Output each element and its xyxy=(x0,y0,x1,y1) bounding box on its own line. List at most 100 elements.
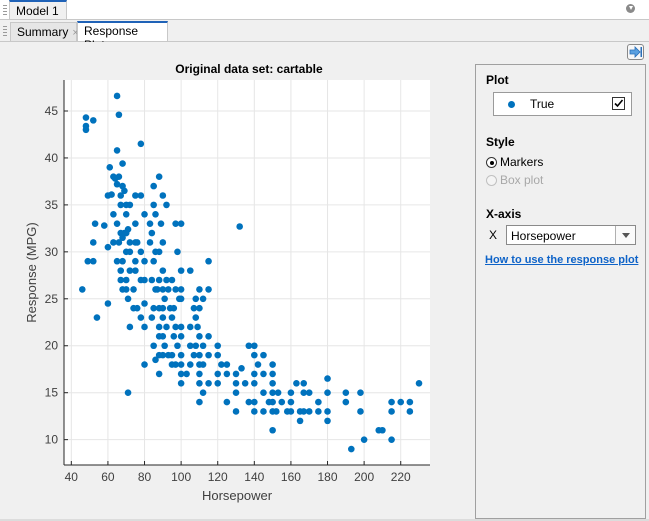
data-point[interactable] xyxy=(177,220,185,227)
data-point[interactable] xyxy=(214,370,222,378)
data-point[interactable] xyxy=(141,276,148,284)
data-point[interactable] xyxy=(141,361,148,368)
tab-model-1[interactable]: Model 1 xyxy=(9,0,67,19)
data-point[interactable] xyxy=(287,389,295,396)
data-point[interactable] xyxy=(415,380,423,387)
data-point[interactable] xyxy=(324,408,331,415)
data-point[interactable] xyxy=(357,389,364,396)
data-point[interactable] xyxy=(163,201,170,209)
data-point[interactable] xyxy=(174,248,181,256)
data-point[interactable] xyxy=(177,380,185,387)
data-point[interactable] xyxy=(117,267,125,274)
data-point[interactable] xyxy=(251,408,258,415)
data-point[interactable] xyxy=(165,286,172,293)
show-true-checkbox[interactable] xyxy=(612,97,625,110)
data-point[interactable] xyxy=(177,323,185,331)
data-point[interactable] xyxy=(305,408,313,415)
data-point[interactable] xyxy=(293,380,300,387)
data-point[interactable] xyxy=(214,351,222,359)
data-point[interactable] xyxy=(199,361,207,368)
data-point[interactable] xyxy=(186,323,194,331)
data-point[interactable] xyxy=(137,140,145,148)
chevron-down-icon[interactable] xyxy=(615,226,635,244)
data-point[interactable] xyxy=(121,187,128,195)
data-point[interactable] xyxy=(122,286,130,293)
data-point[interactable] xyxy=(132,267,139,274)
data-point[interactable] xyxy=(100,222,108,229)
data-point[interactable] xyxy=(287,398,295,406)
data-point[interactable] xyxy=(177,361,185,368)
data-point[interactable] xyxy=(104,300,112,307)
data-point[interactable] xyxy=(104,243,112,251)
data-point[interactable] xyxy=(148,229,156,237)
data-point[interactable] xyxy=(133,239,141,246)
data-point[interactable] xyxy=(296,417,304,425)
data-point[interactable] xyxy=(251,342,258,350)
data-point[interactable] xyxy=(159,267,167,274)
data-point[interactable] xyxy=(260,408,267,415)
data-point[interactable] xyxy=(315,408,322,415)
data-point[interactable] xyxy=(113,92,121,100)
data-point[interactable] xyxy=(122,276,130,284)
data-point[interactable] xyxy=(126,248,134,256)
data-point[interactable] xyxy=(157,220,165,227)
markers-radio-label[interactable]: Markers xyxy=(500,155,543,169)
data-point[interactable] xyxy=(89,117,97,124)
data-point[interactable] xyxy=(82,126,90,134)
data-point[interactable] xyxy=(89,239,97,246)
tab-response-plot[interactable]: Response Plot× xyxy=(77,21,168,52)
data-point[interactable] xyxy=(106,164,114,171)
data-point[interactable] xyxy=(141,323,148,331)
data-point[interactable] xyxy=(155,248,163,256)
data-point[interactable] xyxy=(232,380,240,387)
data-point[interactable] xyxy=(232,408,240,415)
data-point[interactable] xyxy=(406,398,414,406)
data-point[interactable] xyxy=(196,351,203,359)
data-point[interactable] xyxy=(124,295,132,303)
data-point[interactable] xyxy=(251,380,258,387)
data-point[interactable] xyxy=(82,114,90,121)
data-point[interactable] xyxy=(260,351,267,359)
data-point[interactable] xyxy=(161,342,168,350)
data-point[interactable] xyxy=(150,182,157,190)
data-point[interactable] xyxy=(177,286,185,293)
data-point[interactable] xyxy=(155,173,163,181)
data-point[interactable] xyxy=(192,295,200,303)
data-point[interactable] xyxy=(170,304,178,312)
data-point[interactable] xyxy=(124,389,132,396)
drag-grip-icon[interactable] xyxy=(3,26,7,36)
data-point[interactable] xyxy=(133,304,141,312)
data-point[interactable] xyxy=(113,220,121,227)
data-point[interactable] xyxy=(141,210,148,218)
data-point[interactable] xyxy=(260,389,267,396)
data-point[interactable] xyxy=(406,408,414,415)
response-plot-chart[interactable]: 40 60 80 100 120 140 160 180 200 220 10 15 20 25 30 35 4… xyxy=(0,42,470,521)
data-point[interactable] xyxy=(205,286,212,293)
data-point[interactable] xyxy=(388,436,395,443)
data-point[interactable] xyxy=(146,220,154,227)
data-point[interactable] xyxy=(272,408,280,415)
data-point[interactable] xyxy=(232,389,240,396)
data-point[interactable] xyxy=(260,370,267,378)
data-point[interactable] xyxy=(305,389,313,396)
data-point[interactable] xyxy=(194,323,201,331)
data-point[interactable] xyxy=(360,436,368,443)
data-point[interactable] xyxy=(130,286,137,293)
data-point[interactable] xyxy=(159,192,167,199)
data-point[interactable] xyxy=(251,351,258,359)
data-point[interactable] xyxy=(89,257,97,265)
data-point[interactable] xyxy=(342,398,350,406)
data-point[interactable] xyxy=(148,314,156,321)
data-point[interactable] xyxy=(232,370,240,378)
data-point[interactable] xyxy=(287,408,295,415)
data-point[interactable] xyxy=(196,286,203,293)
data-point[interactable] xyxy=(137,192,145,199)
data-point[interactable] xyxy=(108,191,115,198)
data-point[interactable] xyxy=(177,267,185,274)
data-point[interactable] xyxy=(205,380,212,387)
data-point[interactable] xyxy=(174,342,181,350)
data-point[interactable] xyxy=(168,351,176,359)
data-point[interactable] xyxy=(269,398,276,406)
data-point[interactable] xyxy=(251,370,258,378)
data-point[interactable] xyxy=(348,445,355,453)
